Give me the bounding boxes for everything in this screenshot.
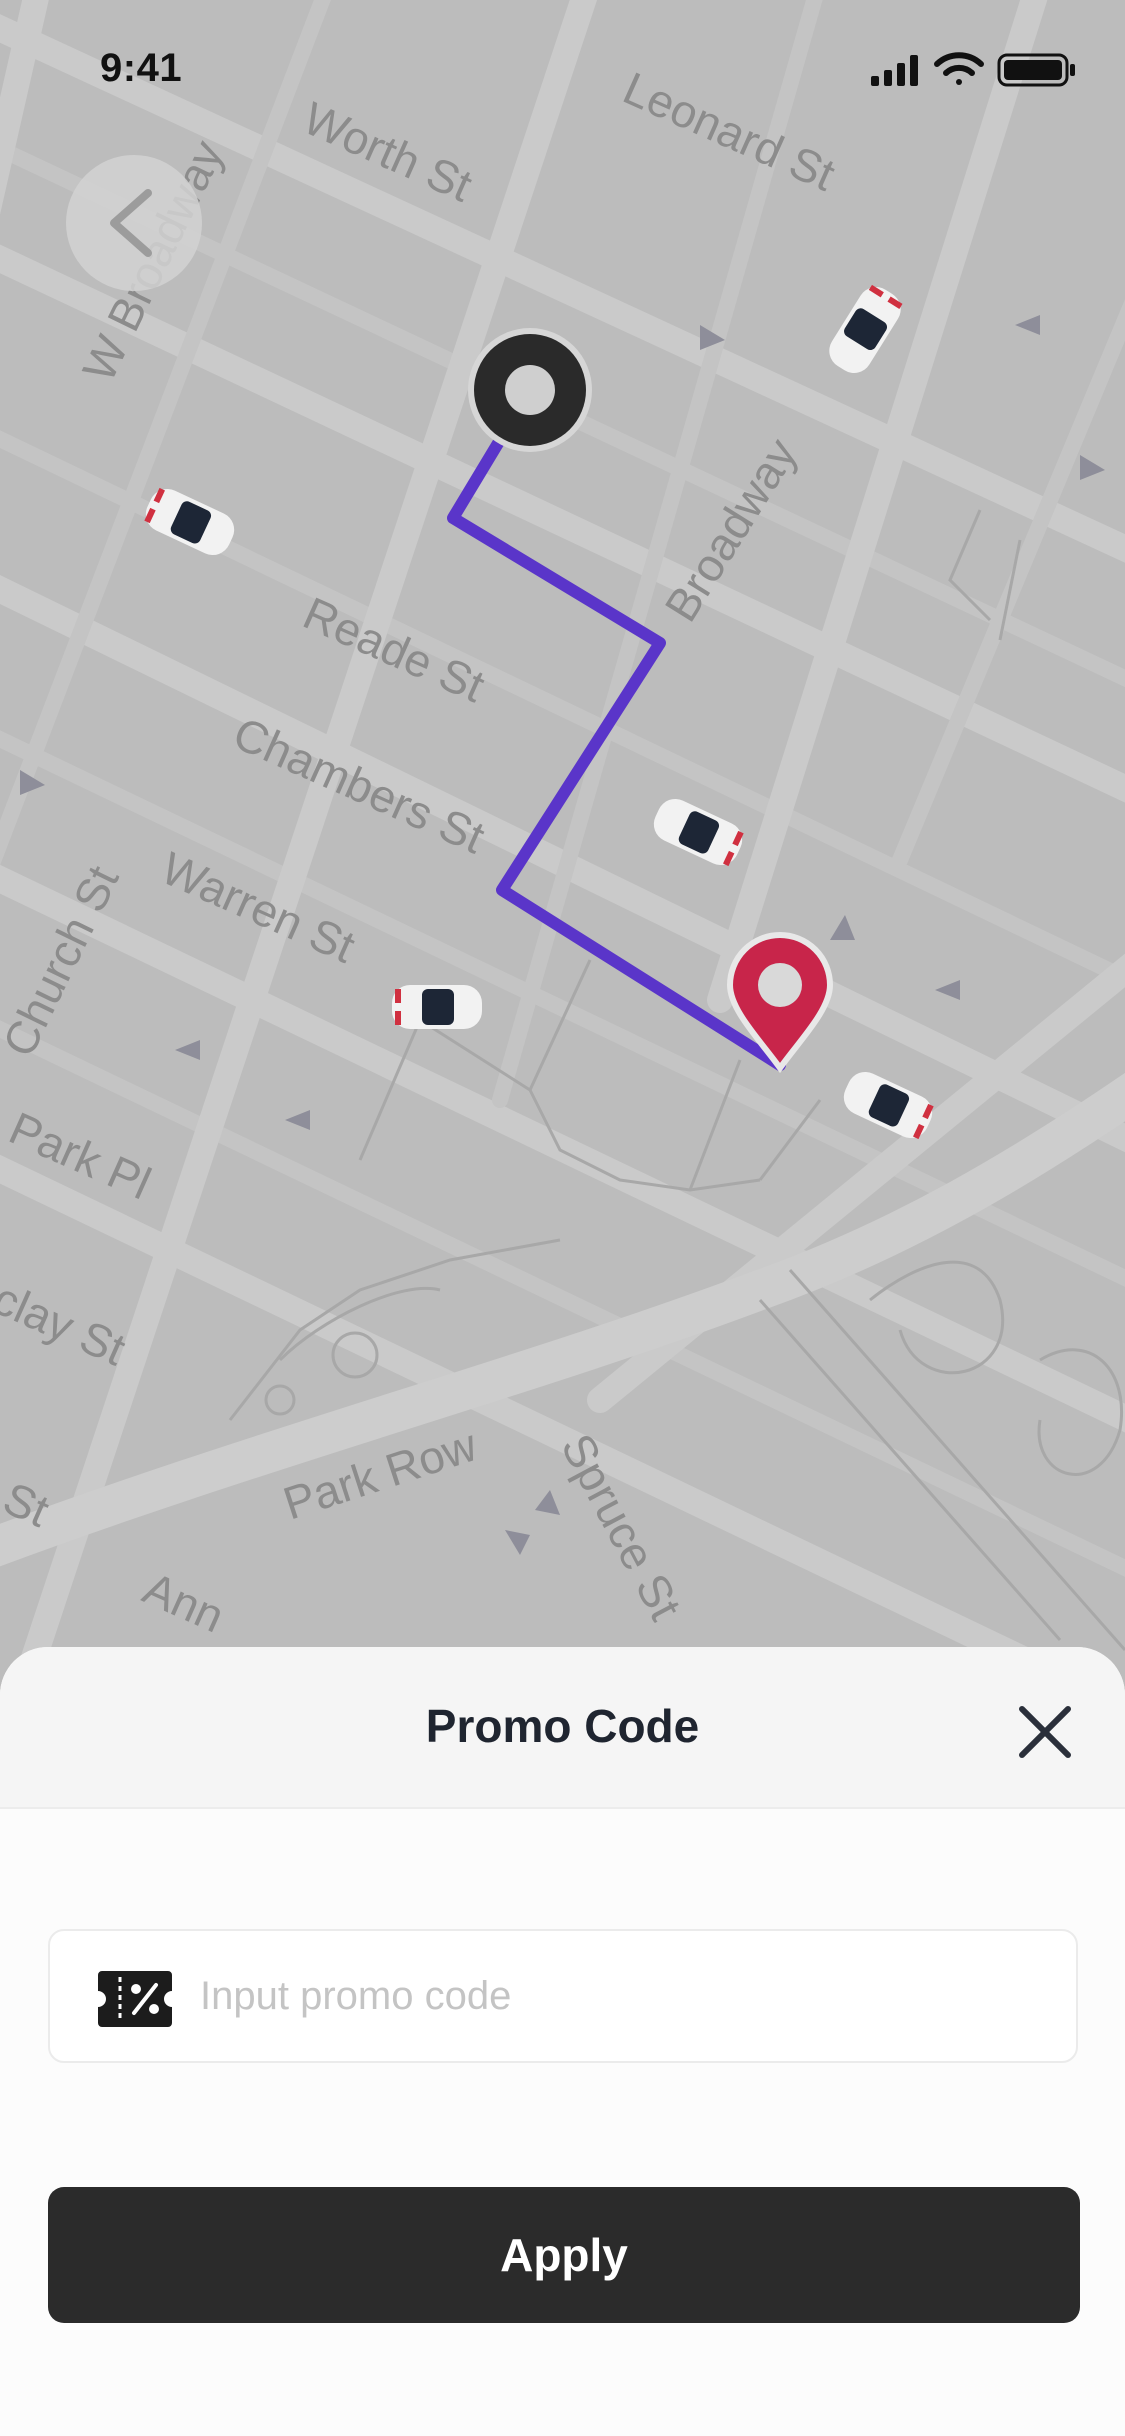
- status-time: 9:41: [100, 46, 183, 90]
- back-button[interactable]: [66, 155, 202, 291]
- back-chevron-icon: [110, 189, 152, 257]
- ticket-percent-icon: [98, 1971, 172, 2027]
- promo-code-field[interactable]: [48, 1929, 1078, 2063]
- status-bar: 9:41: [0, 0, 1125, 140]
- cellular-signal-icon: [871, 55, 918, 86]
- battery-icon: [997, 53, 1075, 87]
- apply-button[interactable]: Apply: [48, 2187, 1080, 2323]
- promo-code-input[interactable]: [200, 1931, 1060, 2061]
- close-button[interactable]: [1010, 1697, 1080, 1767]
- promo-code-sheet: Promo Code Apply: [0, 1647, 1125, 2436]
- sheet-header: Promo Code: [0, 1647, 1125, 1809]
- wifi-icon: [934, 52, 984, 85]
- sheet-title: Promo Code: [425, 1700, 700, 1752]
- close-icon: [1019, 1706, 1071, 1758]
- car-icon[interactable]: [392, 985, 482, 1029]
- origin-marker-icon[interactable]: [468, 328, 592, 452]
